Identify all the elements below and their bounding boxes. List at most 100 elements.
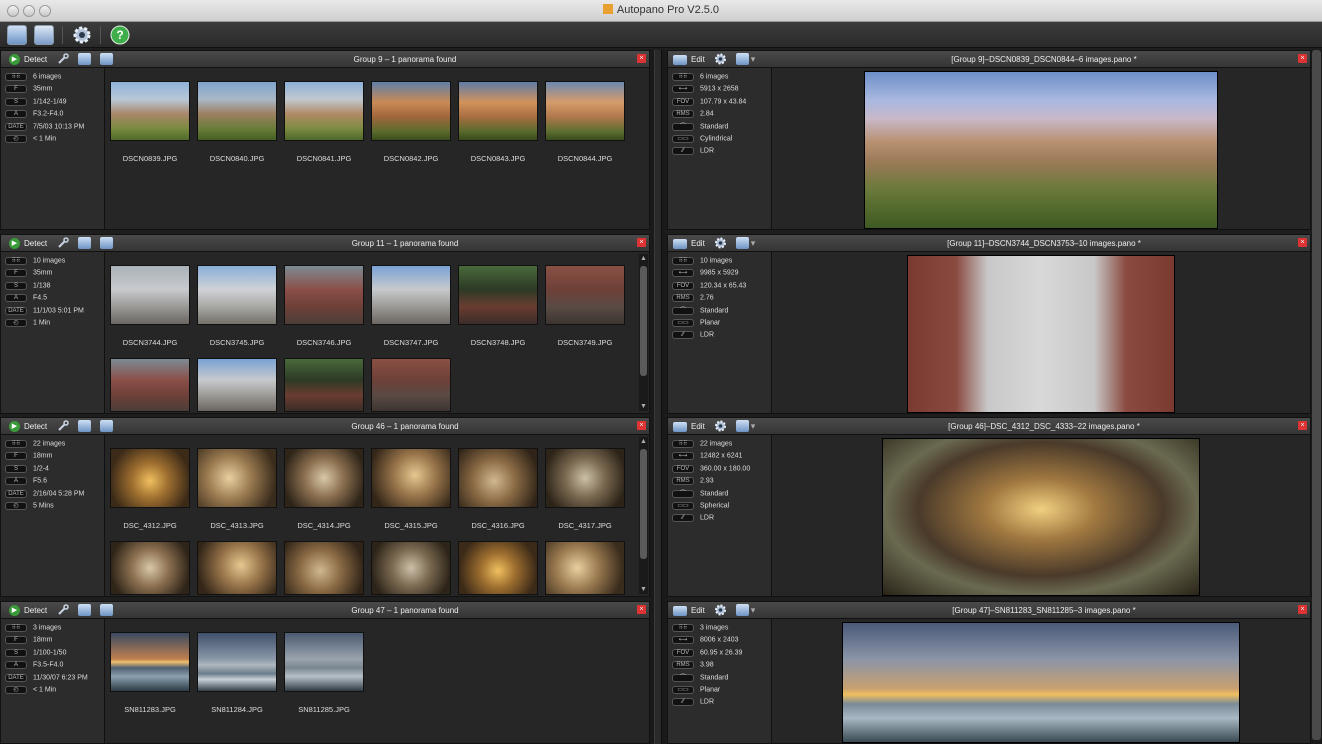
thumbnail-image[interactable] [110,632,190,692]
add-image-icon[interactable] [78,53,91,65]
chevron-down-icon[interactable]: ▾ [749,604,757,616]
panorama-folder-icon[interactable] [34,25,54,45]
close-icon[interactable]: × [637,238,646,247]
thumbnail-image[interactable] [458,541,538,595]
panorama-preview-image[interactable] [842,622,1240,743]
pano-projection-value: Planar [700,319,721,327]
edit-button[interactable]: Edit [673,237,705,250]
panorama-preview-image[interactable] [864,71,1218,229]
close-icon[interactable]: × [637,54,646,63]
edit-button[interactable]: Edit [673,420,705,433]
gear-icon[interactable] [714,237,727,249]
detect-button[interactable]: ▶ Detect [9,53,47,66]
edit-button[interactable]: Edit [673,604,705,617]
add-image-icon[interactable] [78,420,91,432]
thumbnail-image[interactable] [284,541,364,595]
gear-icon[interactable] [714,420,727,432]
thumbnail-image[interactable] [197,358,277,412]
thumbnail-image[interactable] [545,81,625,141]
thumbnail-image[interactable] [458,265,538,325]
thumbnail-image[interactable] [110,448,190,508]
render-icon[interactable] [736,604,749,616]
thumbnail-image[interactable] [371,541,451,595]
thumbnail-image[interactable] [197,541,277,595]
scroll-up-icon[interactable]: ▲ [639,254,648,263]
column-splitter[interactable] [650,50,667,744]
close-icon[interactable]: × [1298,54,1307,63]
thumbnail-image[interactable] [197,265,277,325]
chevron-down-icon[interactable]: ▾ [749,237,757,249]
thumbnail-image[interactable] [197,448,277,508]
render-icon[interactable] [736,237,749,249]
group-title: Group 46 – 1 panorama found [351,422,459,431]
settings-gear-icon[interactable] [72,25,92,45]
group-scrollbar[interactable]: ▲ ▼ [639,254,648,411]
render-icon[interactable] [736,420,749,432]
detect-button[interactable]: ▶ Detect [9,420,47,433]
close-icon[interactable]: × [637,605,646,614]
thumbnail-image[interactable] [371,265,451,325]
detect-button[interactable]: ▶ Detect [9,604,47,617]
close-icon[interactable]: × [637,421,646,430]
close-icon[interactable]: × [1298,421,1307,430]
thumbnail-image[interactable] [284,81,364,141]
help-icon[interactable]: ? [110,25,130,45]
edit-button[interactable]: Edit [673,53,705,66]
play-icon: ▶ [9,421,20,433]
scrollbar-knob[interactable] [1312,50,1321,740]
add-image-icon[interactable] [78,604,91,616]
thumbnail-image[interactable] [110,541,190,595]
thumbnail-image[interactable] [284,358,364,412]
panoramas-scrollbar[interactable] [1311,50,1322,744]
pano-rms-value: 2.84 [700,110,714,118]
svg-text:?: ? [116,28,123,42]
scroll-up-icon[interactable]: ▲ [639,437,648,446]
close-icon[interactable]: × [1298,605,1307,614]
import-icon[interactable] [100,53,113,65]
wrench-icon[interactable] [57,53,70,65]
info-duration: ◴ < 1 Min [5,686,102,696]
thumbnail-image[interactable] [284,632,364,692]
thumbnail-image[interactable] [545,541,625,595]
thumbnail-image[interactable] [545,448,625,508]
import-icon[interactable] [100,237,113,249]
thumbnail-image[interactable] [110,81,190,141]
thumbnail-image[interactable] [371,81,451,141]
projection-badge: ▭▭ [672,135,694,143]
panorama-preview-image[interactable] [907,255,1175,413]
panorama-header: Edit ▾ [Group 9]–DSCN0839_DSCN0844–6 image… [668,51,1310,68]
time-badge: ◴ [5,319,27,327]
thumbnail-image[interactable] [284,265,364,325]
thumbnail-image[interactable] [458,81,538,141]
render-icon[interactable] [736,53,749,65]
import-icon[interactable] [100,604,113,616]
mode-badge: ⁄⁄ [672,698,694,707]
scroll-down-icon[interactable]: ▼ [639,402,648,411]
scrollbar-knob[interactable] [640,266,647,376]
wrench-icon[interactable] [57,420,70,432]
import-icon[interactable] [100,420,113,432]
wrench-icon[interactable] [57,237,70,249]
group-scrollbar[interactable]: ▲ ▼ [639,437,648,594]
thumbnail-image[interactable] [371,448,451,508]
thumbnail-image[interactable] [197,81,277,141]
thumbnail-image[interactable] [284,448,364,508]
thumbnail-image[interactable] [545,265,625,325]
gear-icon[interactable] [714,53,727,65]
thumbnail-image[interactable] [110,358,190,412]
wrench-icon[interactable] [57,604,70,616]
thumbnail-image[interactable] [458,448,538,508]
detect-button[interactable]: ▶ Detect [9,237,47,250]
thumbnail-image[interactable] [197,632,277,692]
thumbnail-image[interactable] [110,265,190,325]
add-image-icon[interactable] [78,237,91,249]
chevron-down-icon[interactable]: ▾ [749,420,757,432]
scroll-down-icon[interactable]: ▼ [639,585,648,594]
panorama-preview-image[interactable] [882,438,1200,596]
scrollbar-knob[interactable] [640,449,647,559]
gear-icon[interactable] [714,604,727,616]
import-images-icon[interactable] [7,25,27,45]
close-icon[interactable]: × [1298,238,1307,247]
thumbnail-image[interactable] [371,358,451,412]
chevron-down-icon[interactable]: ▾ [749,53,757,65]
